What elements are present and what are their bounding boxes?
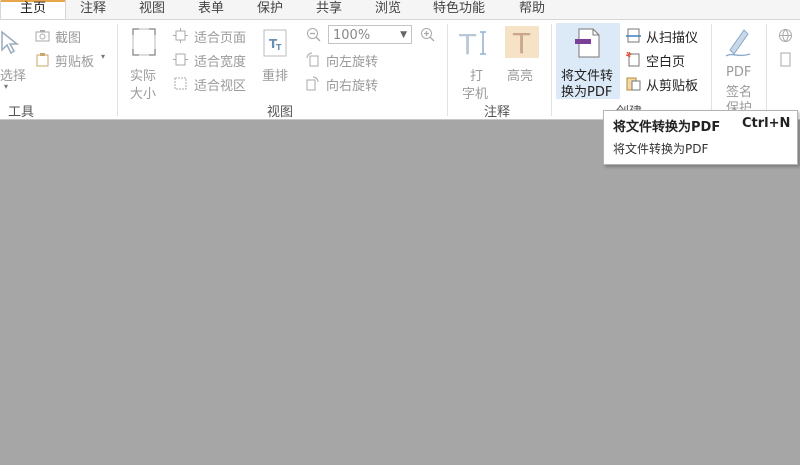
typewriter-label-line2[interactable]: 字机 <box>462 83 488 102</box>
tab-view[interactable]: 视图 <box>139 0 165 19</box>
fit-width-button[interactable]: 适合宽度 <box>194 51 246 70</box>
tab-browse[interactable]: 浏览 <box>375 0 401 19</box>
menu-tab-bar: 主页 注释 视图 表单 保护 共享 浏览 特色功能 帮助 <box>0 0 800 20</box>
tab-help[interactable]: 帮助 <box>519 0 545 19</box>
clipboard-button[interactable]: 剪贴板 <box>55 51 94 70</box>
highlight-icon: T <box>505 26 539 58</box>
highlight-button[interactable]: 高亮 <box>507 65 533 84</box>
group-label-tools: 工具 <box>8 105 35 120</box>
tooltip-shortcut: Ctrl+N <box>742 116 791 131</box>
pdf-sign-pen-icon <box>724 26 752 58</box>
clipboard-icon <box>35 52 50 67</box>
svg-text:T: T <box>276 43 282 52</box>
tooltip-description: 将文件转换为PDF <box>613 142 709 156</box>
tab-form[interactable]: 表单 <box>198 0 224 19</box>
select-dropdown-arrow-icon[interactable]: ▾ <box>4 82 8 91</box>
convert-to-pdf-label-line2: 换为PDF <box>561 85 613 100</box>
svg-text:T: T <box>512 27 531 58</box>
tab-comment[interactable]: 注释 <box>80 0 106 19</box>
rotate-left-icon <box>305 52 320 67</box>
fit-page-icon <box>173 28 188 43</box>
zoom-dropdown-arrow-icon[interactable]: ▼ <box>400 26 407 45</box>
group-divider <box>711 24 712 116</box>
tab-protect[interactable]: 保护 <box>257 0 283 19</box>
rotate-left-button[interactable]: 向左旋转 <box>326 51 378 70</box>
globe-icon <box>778 28 793 43</box>
rotate-right-icon <box>305 76 320 91</box>
reflow-button[interactable]: 重排 <box>262 65 288 84</box>
group-divider <box>447 24 448 116</box>
tab-home[interactable]: 主页 <box>0 0 66 20</box>
zoom-in-icon[interactable] <box>420 27 435 42</box>
rotate-right-button[interactable]: 向右旋转 <box>326 75 378 94</box>
document-icon <box>778 52 793 67</box>
group-divider <box>117 24 118 116</box>
convert-to-pdf-tooltip: 将文件转换为PDF Ctrl+N 将文件转换为PDF <box>603 110 798 165</box>
group-divider <box>551 24 552 116</box>
tooltip-title: 将文件转换为PDF <box>613 120 721 135</box>
zoom-out-icon[interactable] <box>306 27 321 42</box>
fit-view-button[interactable]: 适合视区 <box>194 75 246 94</box>
scanner-icon <box>626 28 641 43</box>
fit-view-icon <box>173 76 188 91</box>
blank-page-button[interactable]: 空白页 <box>646 51 685 70</box>
from-clipboard-button[interactable]: 从剪贴板 <box>646 75 698 94</box>
typewriter-label-line1[interactable]: 打 <box>470 65 483 84</box>
clipboard-dropdown-arrow-icon[interactable]: ▾ <box>101 52 105 61</box>
camera-icon <box>35 28 50 43</box>
pdf-sign-label-line1[interactable]: PDF <box>726 65 751 80</box>
reflow-icon: TT <box>262 28 288 58</box>
actual-size-icon <box>130 26 158 58</box>
file-to-pdf-icon <box>573 27 603 59</box>
group-label-annotate: 注释 <box>484 105 511 120</box>
actual-size-label-line2[interactable]: 大小 <box>130 83 156 102</box>
tab-features[interactable]: 特色功能 <box>433 0 485 19</box>
tab-share[interactable]: 共享 <box>316 0 342 19</box>
typewriter-icon: T <box>459 28 491 58</box>
from-scanner-button[interactable]: 从扫描仪 <box>646 27 698 46</box>
actual-size-label-line1[interactable]: 实际 <box>130 65 156 84</box>
blank-page-icon <box>626 52 641 67</box>
zoom-level-select[interactable]: 100% ▼ <box>328 25 412 44</box>
fit-width-icon <box>173 52 188 67</box>
select-cursor-icon[interactable] <box>0 30 22 56</box>
group-divider <box>766 24 767 116</box>
ribbon-toolbar: 选择 ▾ 截图 剪贴板 ▾ 工具 实际 大小 适合页面 适合宽度 适合视区 TT… <box>0 19 800 120</box>
screenshot-button[interactable]: 截图 <box>55 27 81 46</box>
group-label-view: 视图 <box>267 105 294 120</box>
fit-page-button[interactable]: 适合页面 <box>194 27 246 46</box>
svg-text:T: T <box>459 28 477 58</box>
paste-clipboard-icon <box>626 76 641 91</box>
zoom-level-value: 100% <box>333 28 371 43</box>
